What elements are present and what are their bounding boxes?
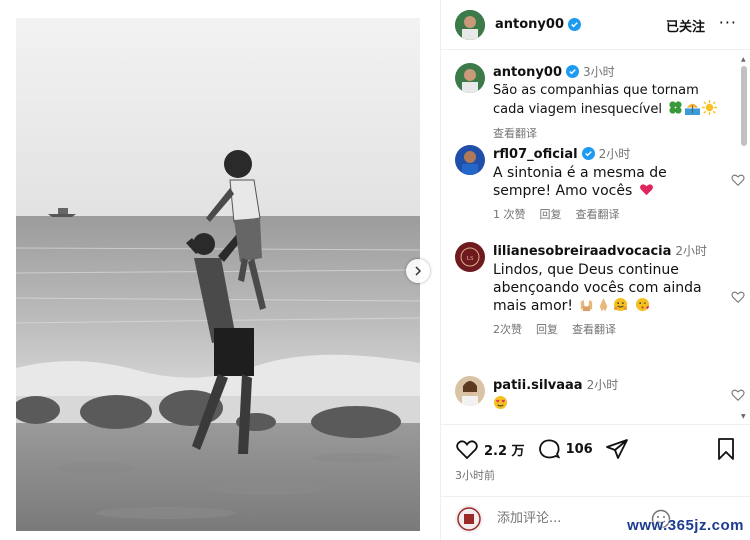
avatar[interactable]	[455, 9, 485, 40]
likes-count[interactable]: 2次赞	[493, 321, 522, 339]
watermark: www.365jz.com	[627, 517, 744, 534]
comment-item: LS lilianesobreiraadvocacia 2小时 Lindos, q…	[455, 242, 745, 362]
comment-item: patii.silvaaa 2小时	[455, 376, 745, 423]
four-leaf-clover-icon	[669, 101, 682, 114]
likes-total[interactable]: 2.2 万	[484, 440, 525, 459]
see-translation-link[interactable]: 查看翻译	[493, 125, 537, 143]
post-actions: 2.2 万 106 3小时前	[441, 424, 750, 494]
see-translation-link[interactable]: 查看翻译	[572, 321, 616, 339]
commenter-avatar-image: LS	[455, 242, 485, 272]
post-sidebar: antony00 已关注 ··· antony00 3小时 São as comp…	[440, 0, 750, 540]
comment-time: 2小时	[586, 378, 619, 392]
likes-count[interactable]: 1 次赞	[493, 206, 526, 224]
verified-badge-icon	[566, 65, 579, 78]
comment-time: 2小时	[598, 147, 631, 161]
comment-meta: 1 次赞 回复 查看翻译	[493, 206, 725, 224]
comment-meta: 2次赞 回复 查看翻译	[493, 321, 733, 339]
media-pane	[0, 0, 440, 540]
avatar[interactable]	[455, 63, 485, 93]
sun-icon	[702, 100, 718, 115]
more-options-button[interactable]: ···	[719, 15, 737, 31]
face-blowing-kiss-icon	[635, 297, 649, 312]
author-avatar-image	[455, 63, 485, 93]
avatar	[455, 504, 483, 533]
comment-username[interactable]: rfl07_oficial	[493, 147, 578, 162]
comment-text: São as companhias que tornam cada viagem…	[493, 82, 725, 119]
beach-photo-illustration	[16, 18, 420, 531]
comments-list: antony00 3小时 São as companhias que tornam…	[441, 51, 750, 423]
svg-text:LS: LS	[466, 256, 473, 262]
comment-username[interactable]: patii.silvaaa	[493, 378, 583, 393]
hugging-face-icon	[614, 297, 628, 312]
red-heart-icon	[639, 184, 653, 196]
comment-text: Lindos, que Deus continue abençoando voc…	[493, 261, 733, 315]
post-header: antony00 已关注 ···	[441, 0, 750, 50]
folded-hands-icon	[600, 297, 608, 312]
share-paper-plane-icon[interactable]	[605, 437, 629, 461]
bookmark-icon[interactable]	[715, 437, 737, 461]
comments-total[interactable]: 106	[566, 442, 593, 457]
verified-badge-icon	[568, 18, 581, 31]
comment-text	[493, 395, 725, 413]
verified-badge-icon	[581, 147, 595, 160]
chevron-right-icon	[415, 266, 422, 276]
author-username[interactable]: antony00	[495, 17, 564, 32]
post-photo[interactable]	[16, 18, 420, 531]
reply-button[interactable]: 回复	[536, 321, 558, 339]
comment-item: rfl07_oficial 2小时 A sintonia é a mesma de…	[455, 145, 745, 225]
avatar[interactable]: LS	[455, 242, 485, 272]
comment-meta: 查看翻译	[493, 125, 725, 143]
beach-umbrella-icon	[685, 103, 701, 115]
current-user-avatar-image	[455, 504, 483, 533]
commenter-avatar-image	[455, 145, 485, 175]
comment-time: 3小时	[583, 65, 615, 79]
raising-hands-icon	[581, 299, 593, 312]
scroll-thumb[interactable]	[741, 66, 747, 146]
avatar[interactable]	[455, 145, 485, 175]
reply-button[interactable]: 回复	[540, 206, 562, 224]
comment-input[interactable]	[497, 511, 647, 526]
author-avatar-image	[455, 9, 485, 40]
see-translation-link[interactable]: 查看翻译	[576, 206, 620, 224]
avatar[interactable]	[455, 376, 485, 406]
heart-eyes-face-icon	[493, 395, 508, 410]
next-photo-button[interactable]	[406, 259, 430, 283]
comment-text: A sintonia é a mesma de sempre! Amo você…	[493, 164, 725, 200]
scroll-up-arrow-icon[interactable]: ▲	[741, 56, 746, 63]
following-button[interactable]: 已关注	[666, 16, 705, 35]
commenter-avatar-image	[455, 376, 485, 406]
comment-time: 2小时	[675, 244, 708, 258]
comment-bubble-icon[interactable]	[537, 437, 561, 461]
comments-scrollbar[interactable]: ▲ ▼	[740, 56, 748, 420]
comment-username[interactable]: antony00	[493, 65, 562, 80]
comment-username[interactable]: lilianesobreiraadvocacia	[493, 244, 671, 259]
post-timestamp: 3小时前	[455, 469, 495, 482]
caption-comment: antony00 3小时 São as companhias que tornam…	[455, 63, 735, 140]
like-heart-icon[interactable]	[455, 437, 479, 461]
scroll-down-arrow-icon[interactable]: ▼	[741, 413, 746, 420]
